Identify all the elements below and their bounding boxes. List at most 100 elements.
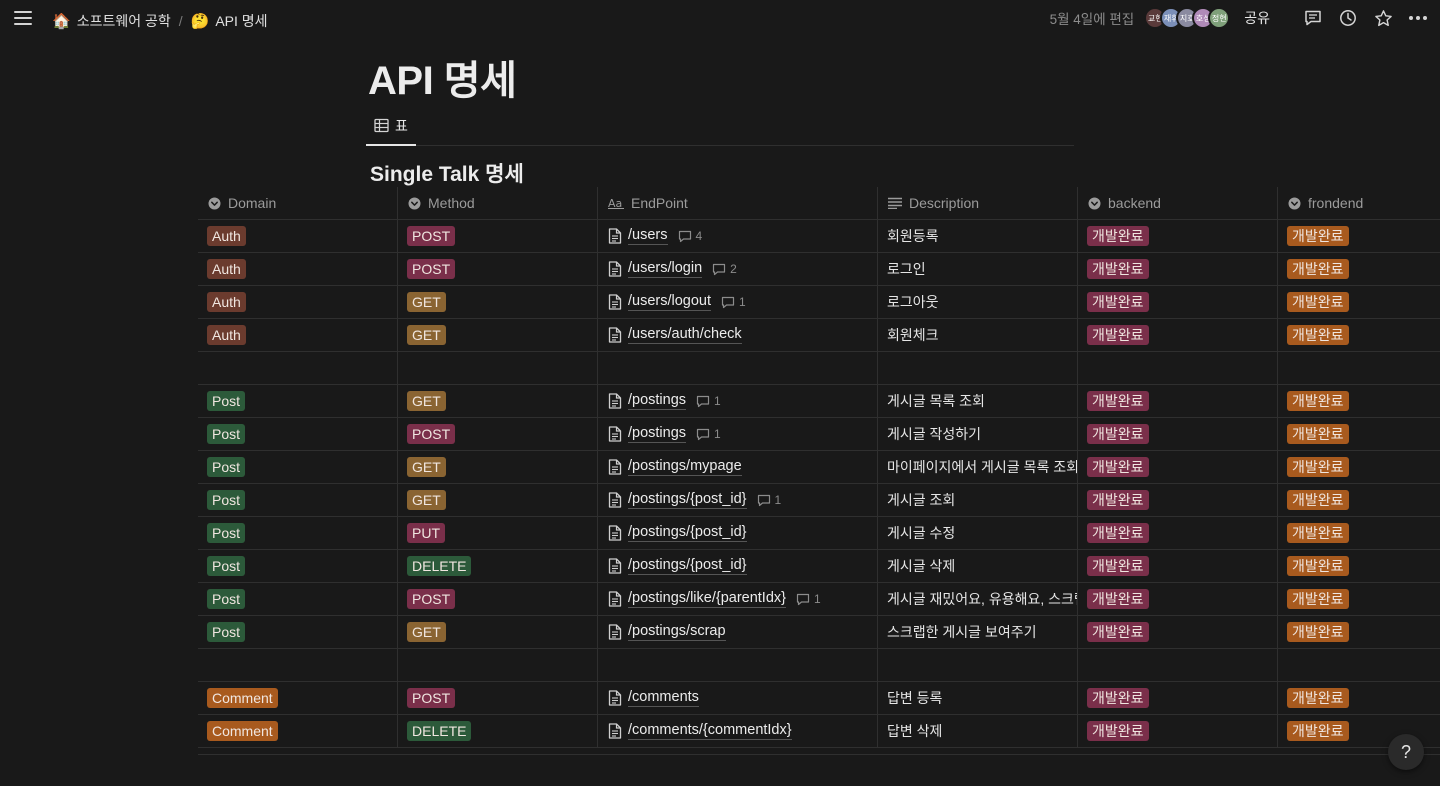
- frontend-status-cell[interactable]: 개발완료: [1278, 550, 1440, 582]
- endpoint-cell[interactable]: /postings/scrap: [598, 616, 878, 648]
- description-cell[interactable]: 게시글 작성하기: [878, 418, 1078, 450]
- column-header-backend[interactable]: backend: [1078, 187, 1278, 219]
- empty-cell[interactable]: [878, 352, 1078, 384]
- description-cell[interactable]: 로그인: [878, 253, 1078, 285]
- comment-count[interactable]: 2: [712, 262, 737, 276]
- table-row[interactable]: Post POST/postings 1 게시글 작성하기 개발완료 개발완료: [198, 418, 1440, 451]
- table-row[interactable]: Auth POST/users 4 회원등록 개발완료 개발완료: [198, 220, 1440, 253]
- comment-count[interactable]: 1: [696, 394, 721, 408]
- domain-cell[interactable]: Auth: [198, 253, 398, 285]
- share-button[interactable]: 공유: [1244, 8, 1270, 28]
- method-cell[interactable]: GET: [398, 385, 598, 417]
- method-cell[interactable]: POST: [398, 583, 598, 615]
- empty-cell[interactable]: [878, 649, 1078, 681]
- endpoint-link[interactable]: /postings/mypage: [628, 458, 742, 476]
- backend-status-cell[interactable]: 개발완료: [1078, 451, 1278, 483]
- domain-cell[interactable]: Comment: [198, 682, 398, 714]
- endpoint-link[interactable]: /postings/{post_id}: [628, 557, 747, 575]
- domain-cell[interactable]: Post: [198, 418, 398, 450]
- backend-status-cell[interactable]: 개발완료: [1078, 550, 1278, 582]
- comment-count[interactable]: 1: [796, 592, 821, 606]
- method-cell[interactable]: GET: [398, 451, 598, 483]
- frontend-status-cell[interactable]: 개발완료: [1278, 484, 1440, 516]
- endpoint-cell[interactable]: /postings/{post_id}: [598, 550, 878, 582]
- endpoint-link[interactable]: /postings: [628, 392, 687, 410]
- backend-status-cell[interactable]: 개발완료: [1078, 220, 1278, 252]
- endpoint-link[interactable]: /users/logout: [628, 293, 712, 311]
- empty-cell[interactable]: [598, 352, 878, 384]
- frontend-status-cell[interactable]: 개발완료: [1278, 451, 1440, 483]
- empty-cell[interactable]: [198, 649, 398, 681]
- backend-status-cell[interactable]: 개발완료: [1078, 319, 1278, 351]
- endpoint-cell[interactable]: /users/auth/check: [598, 319, 878, 351]
- endpoint-cell[interactable]: /postings 1: [598, 418, 878, 450]
- table-row[interactable]: Post GET/postings/mypage 마이페이지에서 게시글 목록 조회…: [198, 451, 1440, 484]
- endpoint-cell[interactable]: /users/logout 1: [598, 286, 878, 318]
- endpoint-cell[interactable]: /postings/{post_id} 1: [598, 484, 878, 516]
- table-row[interactable]: Auth GET/users/auth/check 회원체크 개발완료 개발완료: [198, 319, 1440, 352]
- favorite-star-icon[interactable]: [1373, 8, 1393, 28]
- method-cell[interactable]: POST: [398, 220, 598, 252]
- description-cell[interactable]: 회원등록: [878, 220, 1078, 252]
- backend-status-cell[interactable]: 개발완료: [1078, 583, 1278, 615]
- domain-cell[interactable]: Post: [198, 550, 398, 582]
- comment-count[interactable]: 1: [757, 493, 781, 507]
- table-row[interactable]: Comment DELETE/comments/{commentIdx} 답변 삭제…: [198, 715, 1440, 748]
- frontend-status-cell[interactable]: 개발완료: [1278, 682, 1440, 714]
- table-row[interactable]: Auth GET/users/logout 1 로그아웃 개발완료 개발완료: [198, 286, 1440, 319]
- column-header-method[interactable]: Method: [398, 187, 598, 219]
- method-cell[interactable]: POST: [398, 418, 598, 450]
- description-cell[interactable]: 게시글 재밌어요, 유용해요, 스크랩: [878, 583, 1078, 615]
- endpoint-link[interactable]: /postings/like/{parentIdx}: [628, 590, 786, 608]
- backend-status-cell[interactable]: 개발완료: [1078, 286, 1278, 318]
- endpoint-link[interactable]: /comments/{commentIdx}: [628, 722, 792, 740]
- method-cell[interactable]: PUT: [398, 517, 598, 549]
- table-row[interactable]: Post GET/postings/{post_id} 1 게시글 조회 개발완료 개발완…: [198, 484, 1440, 517]
- domain-cell[interactable]: Comment: [198, 715, 398, 747]
- frontend-status-cell[interactable]: 개발완료: [1278, 616, 1440, 648]
- endpoint-link[interactable]: /postings/{post_id}: [628, 524, 747, 542]
- description-cell[interactable]: 게시글 조회: [878, 484, 1078, 516]
- table-row[interactable]: Post DELETE/postings/{post_id} 게시글 삭제 개발완료 개…: [198, 550, 1440, 583]
- description-cell[interactable]: 마이페이지에서 게시글 목록 조회: [878, 451, 1078, 483]
- empty-cell[interactable]: [1278, 649, 1440, 681]
- method-cell[interactable]: DELETE: [398, 550, 598, 582]
- endpoint-cell[interactable]: /comments/{commentIdx}: [598, 715, 878, 747]
- method-cell[interactable]: DELETE: [398, 715, 598, 747]
- description-cell[interactable]: 로그아웃: [878, 286, 1078, 318]
- comments-icon[interactable]: [1303, 8, 1323, 28]
- method-cell[interactable]: GET: [398, 484, 598, 516]
- description-cell[interactable]: 게시글 수정: [878, 517, 1078, 549]
- hamburger-menu-icon[interactable]: [14, 11, 32, 27]
- table-row[interactable]: Auth POST/users/login 2 로그인 개발완료 개발완료: [198, 253, 1440, 286]
- method-cell[interactable]: GET: [398, 286, 598, 318]
- backend-status-cell[interactable]: 개발완료: [1078, 484, 1278, 516]
- domain-cell[interactable]: Post: [198, 583, 398, 615]
- endpoint-link[interactable]: /users/login: [628, 260, 703, 278]
- breadcrumb-item-page[interactable]: 🤔 API 명세: [187, 9, 272, 33]
- column-header-endpoint[interactable]: Aa EndPoint: [598, 187, 878, 219]
- description-cell[interactable]: 게시글 목록 조회: [878, 385, 1078, 417]
- comment-count[interactable]: 1: [721, 295, 746, 309]
- description-cell[interactable]: 게시글 삭제: [878, 550, 1078, 582]
- description-cell[interactable]: 답변 삭제: [878, 715, 1078, 747]
- domain-cell[interactable]: Auth: [198, 220, 398, 252]
- column-header-frondend[interactable]: frondend: [1278, 187, 1440, 219]
- avatar-group[interactable]: 교현 재휘 지호 호성 정현: [1144, 7, 1231, 29]
- endpoint-cell[interactable]: /postings/like/{parentIdx} 1: [598, 583, 878, 615]
- frontend-status-cell[interactable]: 개발완료: [1278, 583, 1440, 615]
- domain-cell[interactable]: Post: [198, 517, 398, 549]
- endpoint-cell[interactable]: /users/login 2: [598, 253, 878, 285]
- more-options-icon[interactable]: [1408, 8, 1428, 28]
- table-row[interactable]: Post GET/postings/scrap 스크랩한 게시글 보여주기 개발완료 개…: [198, 616, 1440, 649]
- breadcrumb-item-workspace[interactable]: 🏠 소프트웨어 공학: [48, 9, 175, 33]
- endpoint-cell[interactable]: /comments: [598, 682, 878, 714]
- backend-status-cell[interactable]: 개발완료: [1078, 715, 1278, 747]
- frontend-status-cell[interactable]: 개발완료: [1278, 517, 1440, 549]
- tab-table-view[interactable]: 표: [366, 110, 416, 146]
- domain-cell[interactable]: Auth: [198, 319, 398, 351]
- empty-cell[interactable]: [398, 649, 598, 681]
- empty-cell[interactable]: [598, 649, 878, 681]
- description-cell[interactable]: 답변 등록: [878, 682, 1078, 714]
- column-header-description[interactable]: Description: [878, 187, 1078, 219]
